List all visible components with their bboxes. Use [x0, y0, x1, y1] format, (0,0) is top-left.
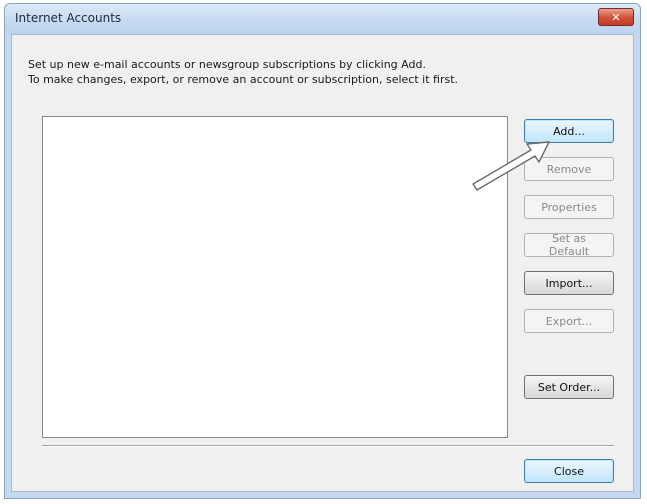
set-as-default-button[interactable]: Set as Default [524, 232, 614, 258]
set-order-button[interactable]: Set Order... [524, 375, 614, 399]
instruction-line-1: Set up new e-mail accounts or newsgroup … [28, 58, 426, 71]
internet-accounts-dialog: Internet Accounts ✕ Set up new e-mail ac… [4, 3, 641, 499]
dialog-client-area: Set up new e-mail accounts or newsgroup … [11, 34, 634, 492]
properties-button[interactable]: Properties [524, 195, 614, 219]
arrow-pointer-icon [472, 141, 550, 191]
import-button[interactable]: Import... [524, 271, 614, 295]
accounts-list[interactable] [42, 116, 508, 438]
close-button[interactable]: Close [524, 459, 614, 483]
title-bar[interactable]: Internet Accounts ✕ [5, 4, 640, 34]
export-button[interactable]: Export... [524, 309, 614, 333]
instruction-line-2: To make changes, export, or remove an ac… [28, 73, 459, 86]
close-icon: ✕ [611, 10, 621, 24]
instructions-text: Set up new e-mail accounts or newsgroup … [28, 57, 458, 87]
button-separator [42, 445, 614, 447]
window-close-button[interactable]: ✕ [598, 8, 634, 26]
window-title: Internet Accounts [15, 11, 122, 25]
